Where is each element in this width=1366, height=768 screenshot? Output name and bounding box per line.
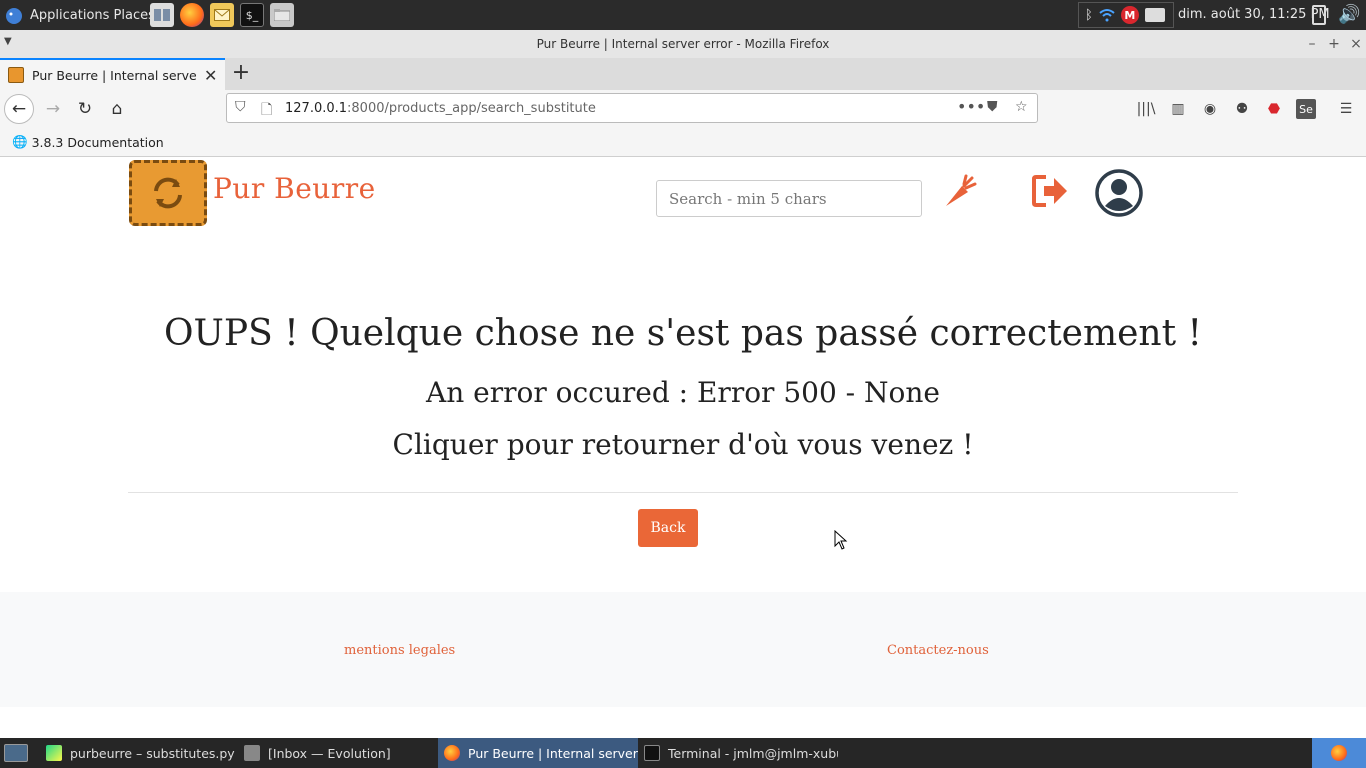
wifi-icon[interactable]	[1099, 8, 1115, 22]
file-manager-launcher-icon[interactable]	[270, 3, 294, 27]
ublock-icon[interactable]: ⬣	[1264, 99, 1284, 119]
workspace-switcher-icon[interactable]	[150, 3, 174, 27]
close-tab-icon[interactable]: ✕	[204, 66, 217, 85]
drive-icon[interactable]	[1144, 8, 1165, 22]
task-evolution[interactable]: [Inbox — Evolution]	[238, 738, 436, 768]
library-icon[interactable]: |||\	[1136, 99, 1156, 119]
tab-pur-beurre[interactable]: Pur Beurre | Internal server error ✕	[0, 58, 225, 90]
pur-beurre-logo[interactable]	[129, 160, 207, 226]
firefox-icon	[1331, 745, 1347, 761]
extension-icon[interactable]: ⚉	[1232, 99, 1252, 119]
desktop-icon	[4, 744, 28, 762]
refresh-arrows-icon	[154, 177, 182, 209]
divider	[128, 492, 1238, 493]
bookmark-python-docs[interactable]: 🌐 3.8.3 Documentation	[12, 134, 164, 150]
taskbar: purbeurre – substitutes.py [Inbox — Evol…	[0, 738, 1366, 768]
contact-link[interactable]: Contactez-nous	[887, 643, 989, 658]
error-hint: Cliquer pour retourner d'où vous venez !	[392, 428, 974, 461]
new-tab-icon[interactable]: +	[230, 60, 252, 85]
url-path: :8000/products_app/search_substitute	[347, 100, 596, 116]
terminal-icon	[644, 745, 660, 761]
applications-menu[interactable]: Applications Places	[4, 0, 155, 30]
panel-launchers: $_	[150, 3, 294, 27]
legal-mentions-link[interactable]: mentions legales	[344, 643, 455, 658]
reload-icon[interactable]: ↻	[70, 94, 100, 124]
top-panel: Applications Places $_ ᛒ M dim. août 30,…	[0, 0, 1366, 30]
tab-strip: Pur Beurre | Internal server error ✕ +	[0, 58, 1366, 90]
footer: mentions legales Contactez-nous	[0, 592, 1366, 707]
task-terminal[interactable]: Terminal - jmlm@jmlm-xubu...	[638, 738, 838, 768]
mouse-cursor-icon	[834, 530, 848, 550]
search-input[interactable]	[656, 180, 922, 217]
pycharm-icon	[46, 745, 62, 761]
brand-name[interactable]: Pur Beurre	[213, 172, 376, 205]
maximize-icon[interactable]: +	[1324, 30, 1344, 58]
volume-icon[interactable]: 🔊	[1338, 4, 1360, 25]
bookmarks-bar: 🌐 3.8.3 Documentation	[0, 128, 1366, 157]
sidebar-icon[interactable]: ▥	[1168, 99, 1188, 119]
selenium-ide-icon[interactable]: Se	[1296, 99, 1316, 119]
hamburger-menu-icon[interactable]: ☰	[1336, 99, 1356, 119]
navigation-bar: ← → ↻ ⌂ ⛉ 🗋 127.0.0.1:8000/products_app/…	[0, 90, 1366, 128]
bluetooth-icon[interactable]: ᛒ	[1085, 8, 1093, 23]
applications-places-label[interactable]: Applications Places	[30, 8, 155, 23]
url-host: 127.0.0.1	[285, 100, 348, 116]
error-title: OUPS ! Quelque chose ne s'est pas passé …	[164, 313, 1202, 354]
error-message: An error occured : Error 500 - None	[425, 376, 941, 409]
task-label: Pur Beurre | Internal server...	[468, 745, 638, 761]
task-tray-firefox[interactable]	[1312, 738, 1366, 768]
clock[interactable]: dim. août 30, 11:25 PM	[1178, 0, 1330, 30]
task-label: purbeurre – substitutes.py	[70, 745, 235, 761]
minimize-icon[interactable]: –	[1302, 30, 1322, 58]
back-arrow-icon[interactable]: ←	[4, 94, 34, 124]
logout-icon[interactable]	[1032, 174, 1070, 208]
firefox-icon	[444, 745, 460, 761]
terminal-launcher-icon[interactable]: $_	[240, 3, 264, 27]
system-tray: ᛒ M	[1078, 2, 1174, 28]
mail-launcher-icon[interactable]	[210, 3, 234, 27]
task-label: [Inbox — Evolution]	[268, 745, 391, 761]
bookmark-label: 3.8.3 Documentation	[31, 134, 164, 150]
tab-title: Pur Beurre | Internal server error	[32, 67, 196, 83]
page-info-icon[interactable]: 🗋	[261, 99, 272, 123]
bookmark-star-icon[interactable]: ☆	[1015, 99, 1028, 115]
url-bar[interactable]: ⛉ 🗋 127.0.0.1:8000/products_app/search_s…	[226, 93, 1038, 123]
task-pycharm[interactable]: purbeurre – substitutes.py	[40, 738, 236, 768]
forward-arrow-icon[interactable]: →	[38, 94, 68, 124]
firefox-launcher-icon[interactable]	[180, 3, 204, 27]
back-button[interactable]: Back	[638, 509, 698, 547]
shield-icon[interactable]: ⛉	[235, 99, 246, 115]
url-text[interactable]: 127.0.0.1:8000/products_app/search_subst…	[285, 101, 596, 116]
task-label: Terminal - jmlm@jmlm-xubu...	[668, 745, 838, 761]
home-icon[interactable]: ⌂	[102, 94, 132, 124]
account-sync-icon[interactable]: ◉	[1200, 99, 1220, 119]
pocket-icon[interactable]: ⛊	[987, 99, 998, 115]
window-titlebar: ▼ Pur Beurre | Internal server error - M…	[0, 30, 1366, 58]
page-actions-icon[interactable]: •••	[957, 97, 985, 116]
close-window-icon[interactable]: ×	[1346, 30, 1366, 58]
globe-icon: 🌐	[12, 134, 28, 149]
mail-icon	[244, 745, 260, 761]
window-title: Pur Beurre | Internal server error - Moz…	[536, 37, 830, 51]
carrot-icon[interactable]	[942, 174, 978, 210]
page-content: Pur Beurre OUPS ! Quelque chose ne s'est…	[0, 158, 1366, 738]
account-icon[interactable]	[1094, 168, 1144, 218]
show-desktop-button[interactable]	[0, 738, 40, 768]
pur-beurre-favicon-icon	[8, 67, 24, 83]
mega-sync-icon[interactable]: M	[1120, 6, 1139, 24]
battery-icon[interactable]	[1312, 5, 1326, 25]
xfce-mouse-icon	[6, 8, 22, 24]
task-firefox[interactable]: Pur Beurre | Internal server...	[438, 738, 638, 768]
